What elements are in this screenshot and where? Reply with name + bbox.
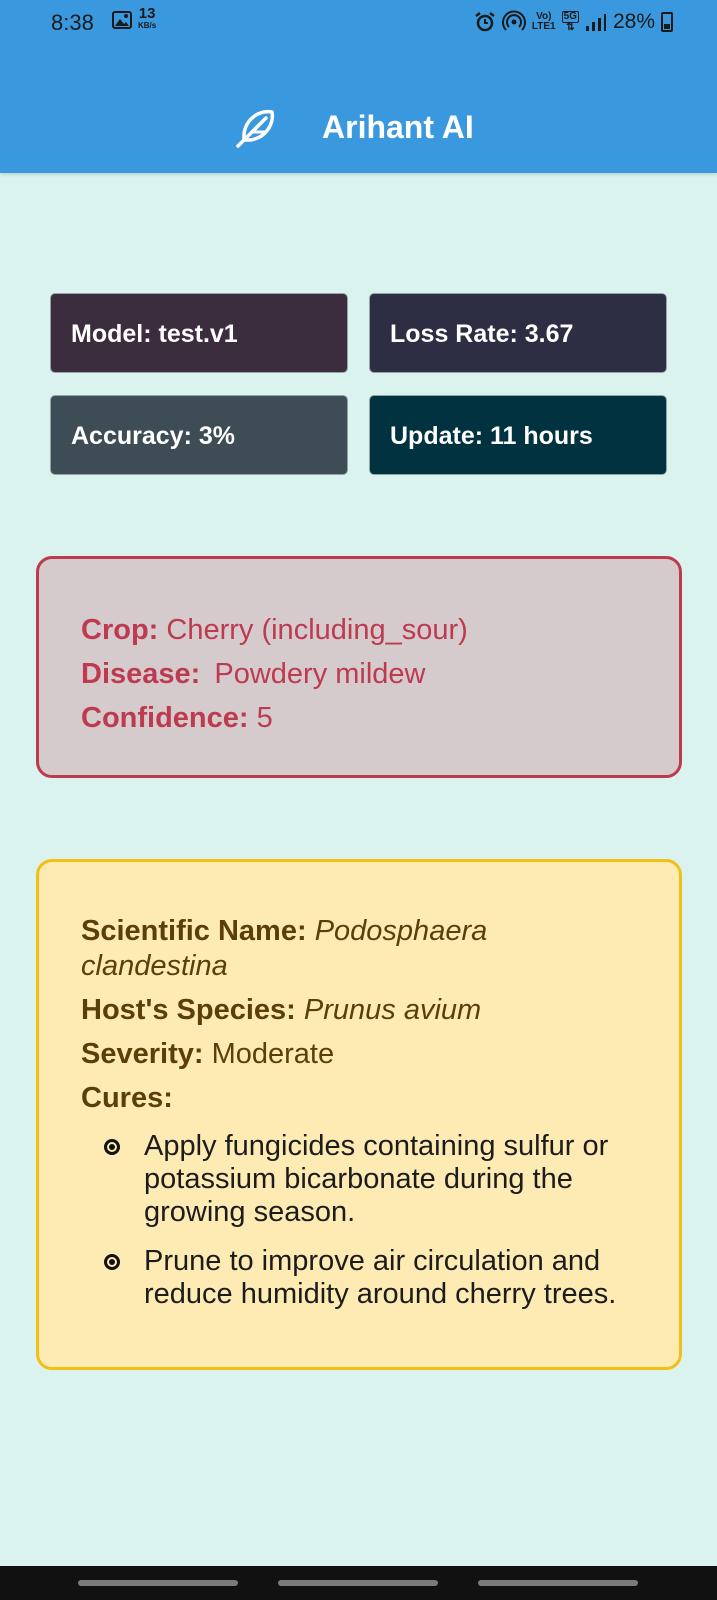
update-stat: Update: 11 hours	[369, 395, 667, 475]
confidence-label: Confidence:	[81, 702, 249, 734]
status-icons: Vo) LTE1 5G ⇅ 28%	[474, 8, 673, 36]
list-item: Apply fungicides containing sulfur or po…	[104, 1130, 639, 1229]
confidence-row: Confidence: 5	[81, 696, 679, 740]
cures-label: Cures:	[81, 1082, 173, 1114]
alarm-icon	[475, 12, 495, 32]
disease-label: Disease:	[81, 658, 201, 690]
disease-value: Powdery mildew	[214, 658, 426, 690]
nav-recents-button[interactable]	[78, 1580, 238, 1586]
cure-text: Apply fungicides containing sulfur or po…	[144, 1130, 609, 1228]
data-arrows-icon: ⇅	[566, 22, 575, 33]
scientific-name-row: Scientific Name: Podosphaera clandestina	[81, 914, 639, 984]
net-speed-unit: KB/s	[138, 21, 157, 30]
disease-details-card: Scientific Name: Podosphaera clandestina…	[36, 859, 682, 1370]
host-species-row: Host's Species: Prunus avium	[81, 993, 639, 1028]
list-item: Prune to improve air circulation and red…	[104, 1245, 639, 1311]
nav-back-button[interactable]	[478, 1580, 638, 1586]
crop-row: Crop: Cherry (including_sour)	[81, 608, 679, 652]
confidence-value: 5	[256, 702, 273, 734]
severity-value: Moderate	[211, 1038, 335, 1070]
gallery-icon	[112, 11, 132, 29]
navigation-bar	[0, 1566, 717, 1600]
scientific-name-label: Scientific Name:	[81, 915, 307, 947]
app-header: Arihant AI	[0, 44, 717, 173]
network-type: 5G ⇅	[561, 11, 579, 33]
volte-indicator: Vo) LTE1	[532, 12, 556, 32]
hotspot-icon	[501, 10, 526, 31]
cure-text: Prune to improve air circulation and red…	[144, 1245, 617, 1310]
battery-percentage: 28%	[612, 10, 655, 33]
loss-rate-stat: Loss Rate: 3.67	[369, 293, 667, 373]
status-time: 8:38	[51, 10, 94, 35]
diagnosis-card: Crop: Cherry (including_sour) Disease: P…	[36, 556, 682, 778]
model-stat: Model: test.v1	[50, 293, 348, 373]
host-species-label: Host's Species:	[81, 994, 296, 1026]
crop-value: Cherry (including_sour)	[166, 614, 468, 646]
cures-list: Apply fungicides containing sulfur or po…	[81, 1130, 639, 1311]
status-bar: 8:38 13 KB/s Vo) LTE1 5G ⇅ 28%	[0, 0, 717, 44]
bullet-icon	[104, 1254, 120, 1270]
app-title: Arihant AI	[322, 109, 474, 145]
net-speed-value: 13	[138, 5, 156, 22]
severity-row: Severity: Moderate	[81, 1037, 639, 1072]
accuracy-stat: Accuracy: 3%	[50, 395, 348, 475]
disease-row: Disease: Powdery mildew	[81, 652, 679, 696]
host-species-value: Prunus avium	[303, 994, 482, 1026]
net-speed: 13 KB/s	[138, 6, 156, 30]
battery-icon	[661, 12, 673, 32]
severity-label: Severity:	[81, 1038, 204, 1070]
signal-icon	[585, 14, 606, 31]
crop-label: Crop:	[81, 614, 159, 646]
feather-icon	[236, 109, 275, 148]
lte-text: LTE1	[531, 21, 556, 32]
bullet-icon	[104, 1139, 120, 1155]
nav-home-button[interactable]	[278, 1580, 438, 1586]
